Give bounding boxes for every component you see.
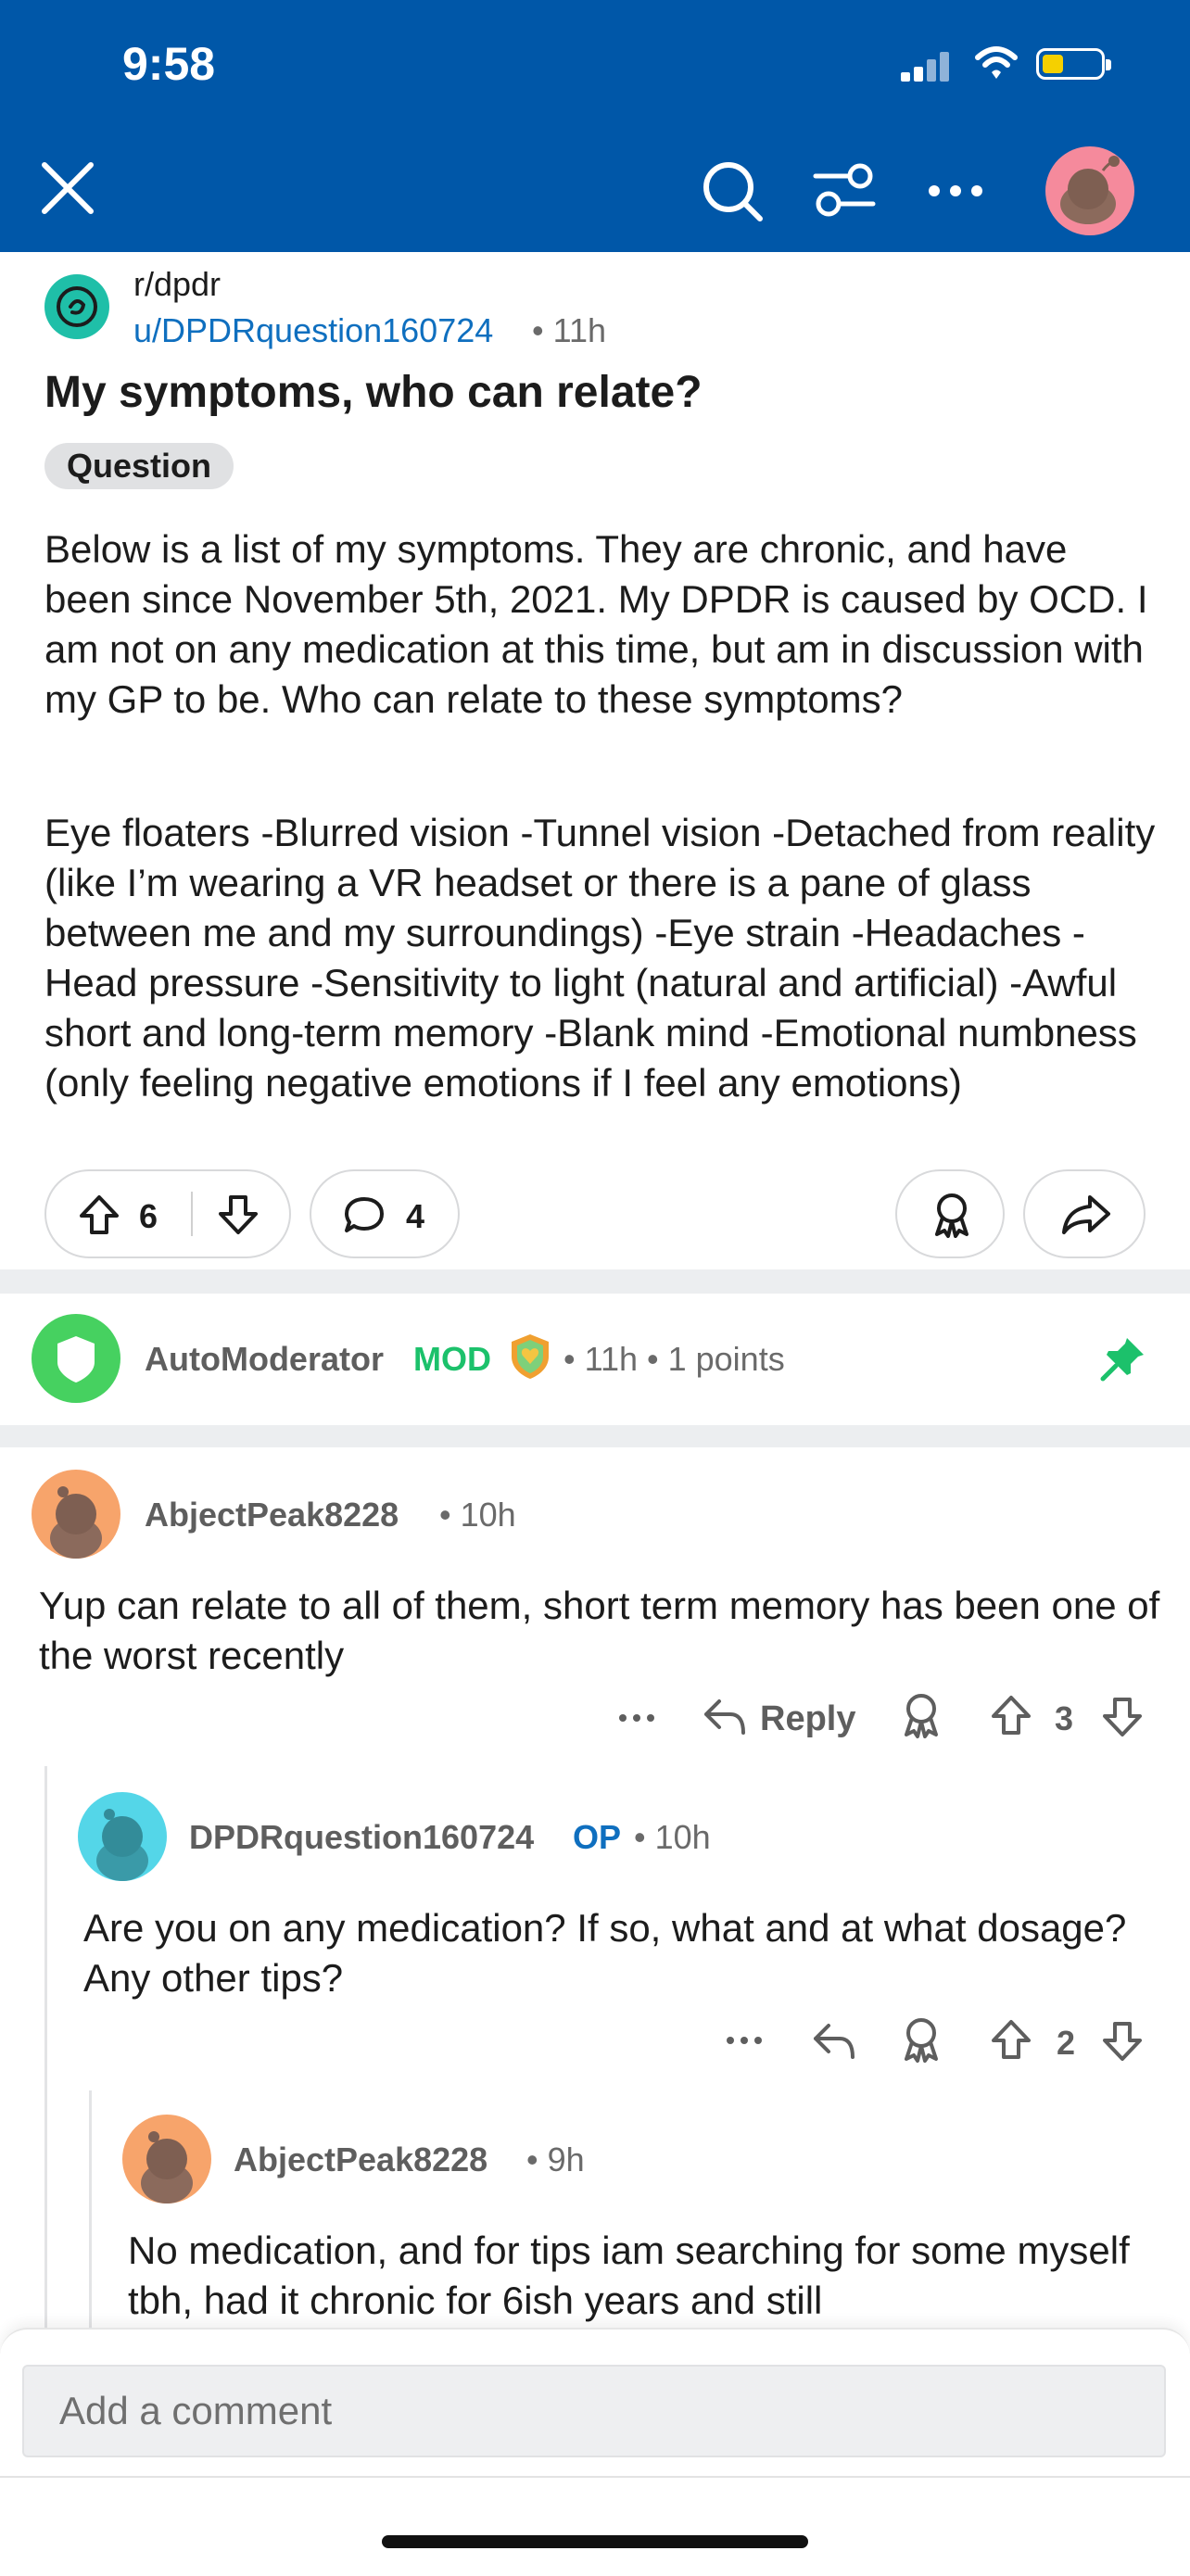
commenter-avatar[interactable] — [78, 1792, 167, 1881]
section-divider — [0, 1269, 1190, 1294]
comment-text: No medication, and for tips iam searchin… — [128, 2229, 1130, 2322]
award-icon[interactable] — [899, 2016, 943, 2065]
upvote-icon[interactable] — [990, 1694, 1032, 1736]
vote-count: 6 — [139, 1197, 158, 1235]
comment-timestamp: • 10h — [634, 1818, 711, 1856]
comment-author[interactable]: AutoModerator — [145, 1340, 384, 1379]
add-comment-input[interactable] — [22, 2365, 1166, 2457]
post-timestamp: • 11h — [532, 311, 606, 349]
subreddit-icon[interactable] — [44, 274, 109, 339]
downvote-icon[interactable] — [1101, 1696, 1144, 1738]
post-body-paragraph: Eye floaters -Blurred vision -Tunnel vis… — [44, 811, 1156, 1105]
post-author[interactable]: u/DPDRquestion160724 — [133, 311, 493, 350]
section-divider — [0, 1425, 1190, 1447]
comment-timestamp: • 10h — [439, 1496, 516, 1534]
top-header-bar: 9:58 — [0, 0, 1190, 252]
downvote-icon[interactable] — [217, 1193, 260, 1236]
comments-button[interactable]: 4 — [310, 1169, 460, 1258]
automoderator-avatar[interactable] — [32, 1314, 120, 1403]
search-icon[interactable] — [701, 159, 766, 224]
home-indicator[interactable] — [382, 2535, 808, 2548]
more-options-icon[interactable] — [725, 2035, 764, 2046]
mod-badge: MOD — [413, 1340, 491, 1378]
status-time: 9:58 — [122, 38, 216, 90]
comment-text: Are you on any medication? If so, what a… — [83, 1906, 1127, 2000]
commenter-avatar[interactable] — [122, 2115, 211, 2203]
comment-text: Yup can relate to all of them, short ter… — [39, 1584, 1160, 1677]
share-button[interactable] — [1023, 1169, 1146, 1258]
thread-line[interactable] — [44, 1766, 47, 2341]
share-icon — [1062, 1195, 1110, 1234]
reply-icon[interactable] — [812, 2020, 856, 2061]
cellular-signal-icon — [901, 50, 949, 82]
reply-button[interactable]: Reply — [760, 1699, 855, 1739]
reply-icon[interactable] — [703, 1696, 747, 1736]
thread-line[interactable] — [89, 2090, 92, 2341]
award-icon[interactable] — [899, 1692, 943, 1740]
more-options-icon[interactable] — [927, 183, 984, 198]
vote-bar: 6 — [44, 1169, 291, 1258]
more-options-icon[interactable] — [617, 1712, 656, 1724]
award-button[interactable] — [895, 1169, 1005, 1258]
close-icon[interactable] — [39, 159, 96, 217]
post-flair[interactable]: Question — [44, 443, 234, 489]
subreddit-name[interactable]: r/dpdr — [133, 265, 221, 304]
wifi-icon — [975, 46, 1018, 79]
battery-icon — [1036, 48, 1111, 80]
user-avatar[interactable] — [1045, 146, 1134, 235]
pinned-icon — [1100, 1338, 1144, 1382]
downvote-icon[interactable] — [1101, 2020, 1144, 2063]
op-badge: OP — [573, 1818, 622, 1856]
comment-author[interactable]: AbjectPeak8228 — [145, 1496, 399, 1534]
upvote-icon[interactable] — [990, 2018, 1032, 2061]
post-title: My symptoms, who can relate? — [44, 368, 703, 417]
vote-divider — [191, 1192, 193, 1236]
comment-author[interactable]: AbjectPeak8228 — [234, 2140, 487, 2179]
mod-shield-icon — [512, 1334, 549, 1379]
comment-count: 4 — [406, 1197, 425, 1235]
comment-vote-count: 2 — [1057, 2024, 1076, 2062]
sort-filter-icon[interactable] — [812, 161, 877, 219]
commenter-avatar[interactable] — [32, 1470, 120, 1559]
upvote-icon[interactable] — [78, 1193, 120, 1236]
comment-author[interactable]: DPDRquestion160724 — [189, 1818, 534, 1857]
comment-timestamp: • 9h — [526, 2140, 585, 2178]
comment-vote-count: 3 — [1055, 1699, 1074, 1737]
award-icon — [935, 1193, 968, 1238]
composer-divider — [0, 2476, 1190, 2478]
comment-bubble-icon — [345, 1197, 384, 1232]
post-body-paragraph: Below is a list of my symptoms. They are… — [44, 527, 1148, 721]
comment-meta: • 11h • 1 points — [563, 1340, 785, 1378]
